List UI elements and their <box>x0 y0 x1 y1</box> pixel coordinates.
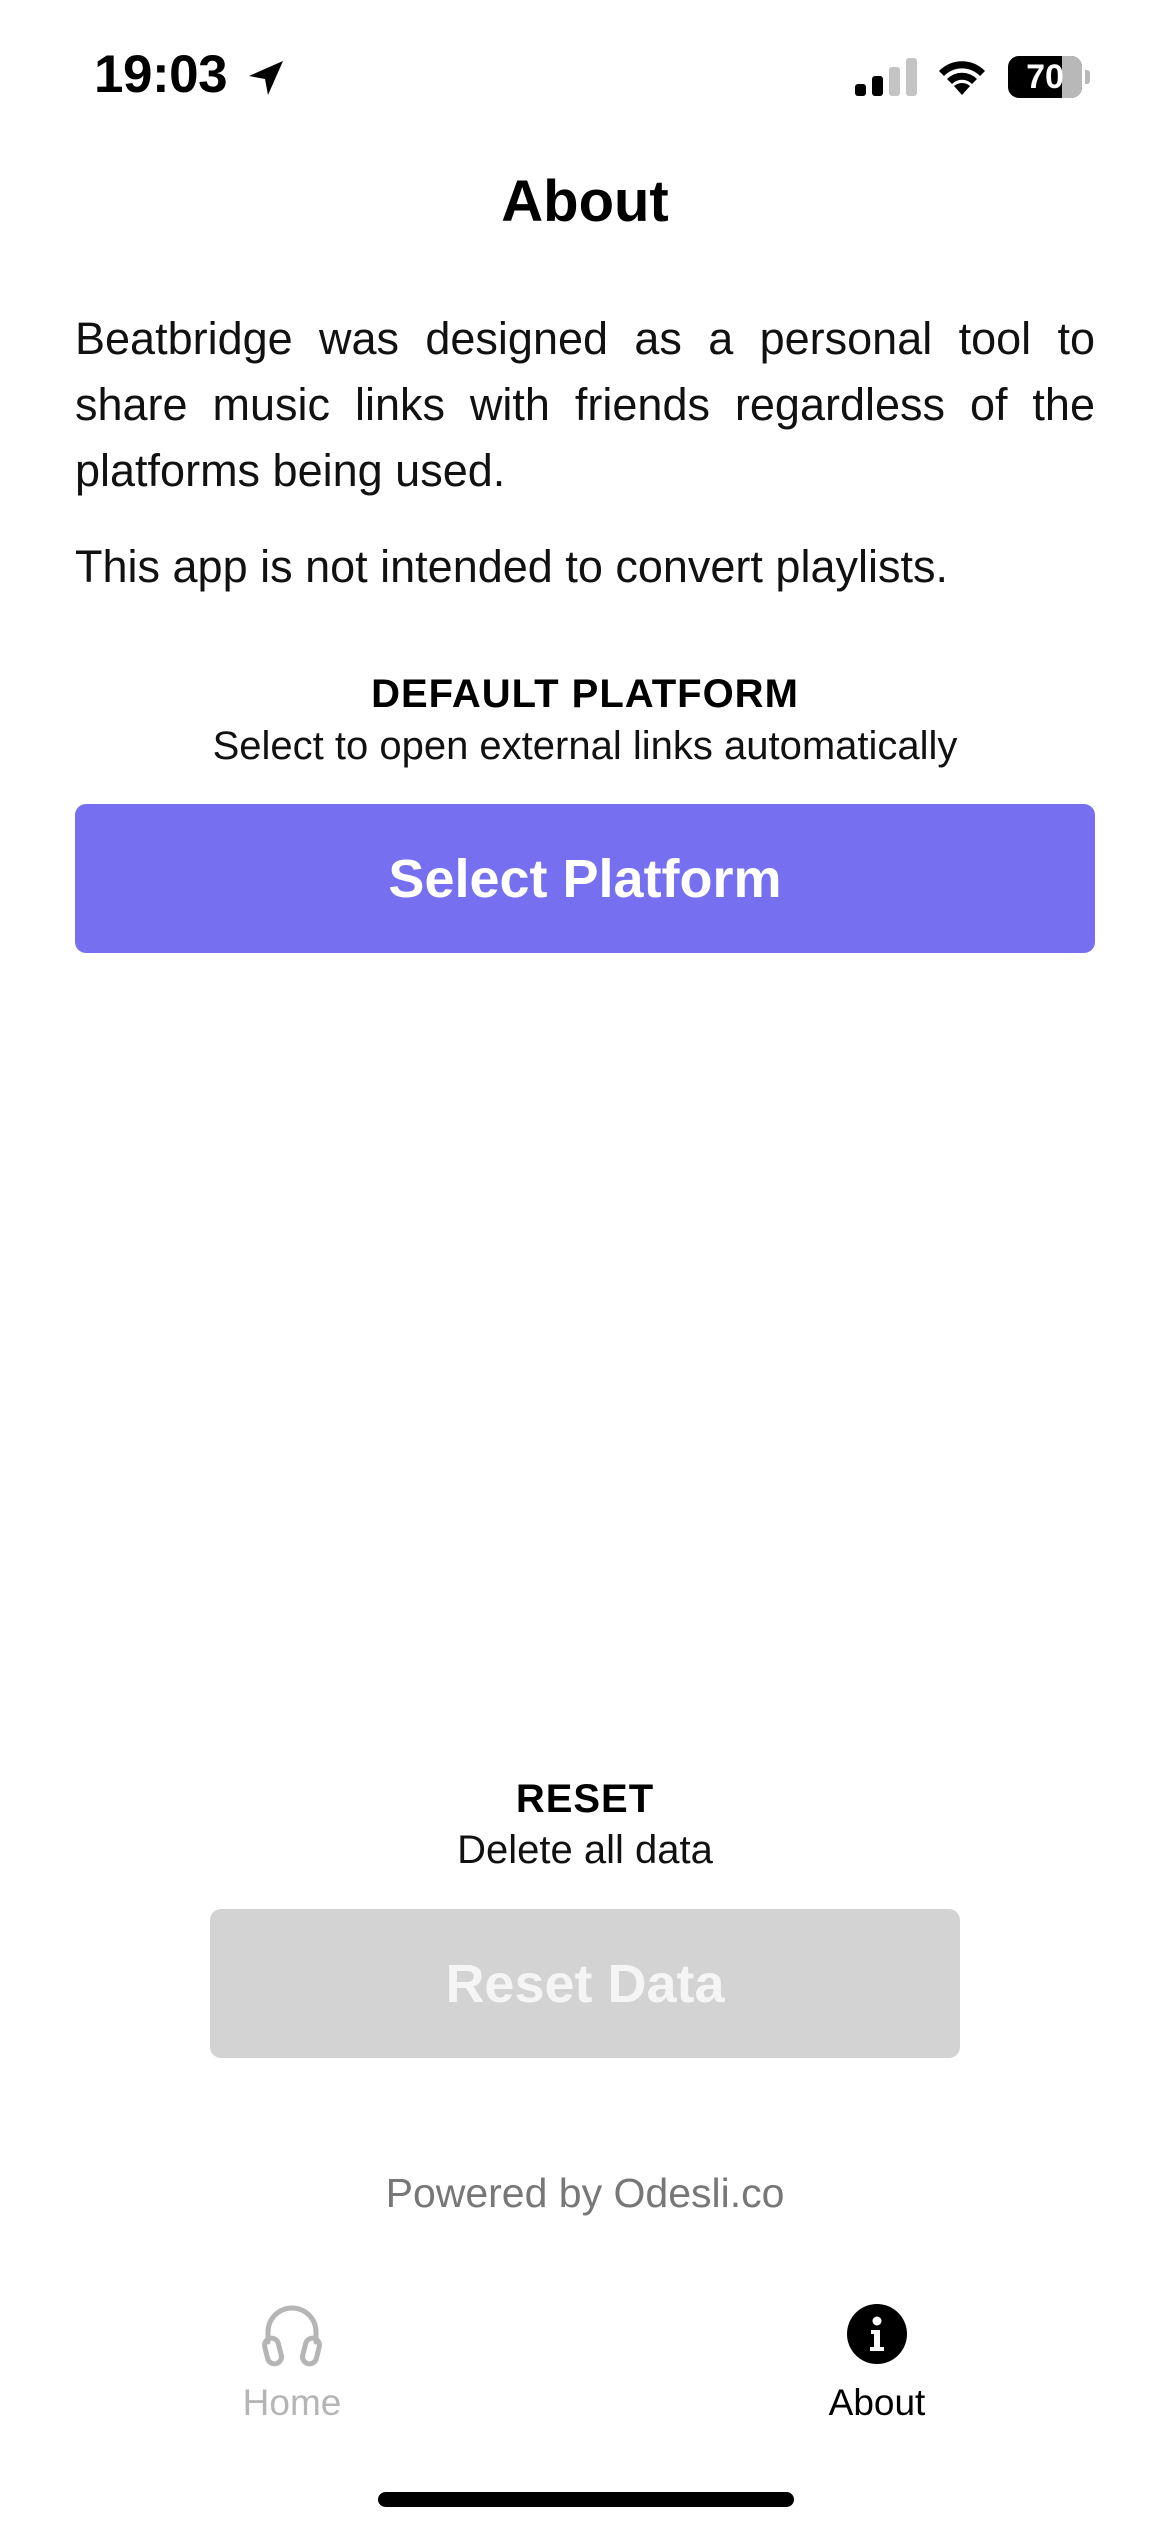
description-note: This app is not intended to convert play… <box>75 541 948 592</box>
status-bar: 19:03 70 <box>0 0 1170 150</box>
select-platform-button[interactable]: Select Platform <box>75 804 1095 953</box>
battery-level: 70 <box>1026 58 1064 96</box>
tab-about[interactable]: About <box>727 2298 1027 2438</box>
wifi-icon <box>939 61 985 95</box>
status-time: 19:03 <box>94 45 228 104</box>
default-platform-subtitle: Select to open external links automatica… <box>212 724 958 768</box>
tab-about-label: About <box>828 2382 926 2423</box>
tab-home[interactable]: Home <box>142 2298 442 2438</box>
tab-home-label: Home <box>242 2382 342 2423</box>
page-title: About <box>501 169 669 234</box>
location-arrow-icon <box>249 61 283 95</box>
reset-heading: RESET <box>515 1777 655 1821</box>
cellular-signal-icon <box>855 58 917 96</box>
reset-data-button[interactable]: Reset Data <box>210 1909 960 2058</box>
powered-by-text: Powered by Odesli.co <box>385 2170 785 2216</box>
reset-subtitle: Delete all data <box>457 1828 713 1872</box>
info-circle-icon <box>847 2304 907 2364</box>
headphones-icon <box>262 2305 322 2367</box>
battery-icon: 70 <box>1008 56 1090 98</box>
default-platform-heading: DEFAULT PLATFORM <box>371 672 799 716</box>
home-indicator[interactable] <box>378 2492 794 2507</box>
description-paragraph: Beatbridge was designed as a personal to… <box>75 313 1095 496</box>
description: Beatbridge was designed as a personal to… <box>75 306 1095 600</box>
